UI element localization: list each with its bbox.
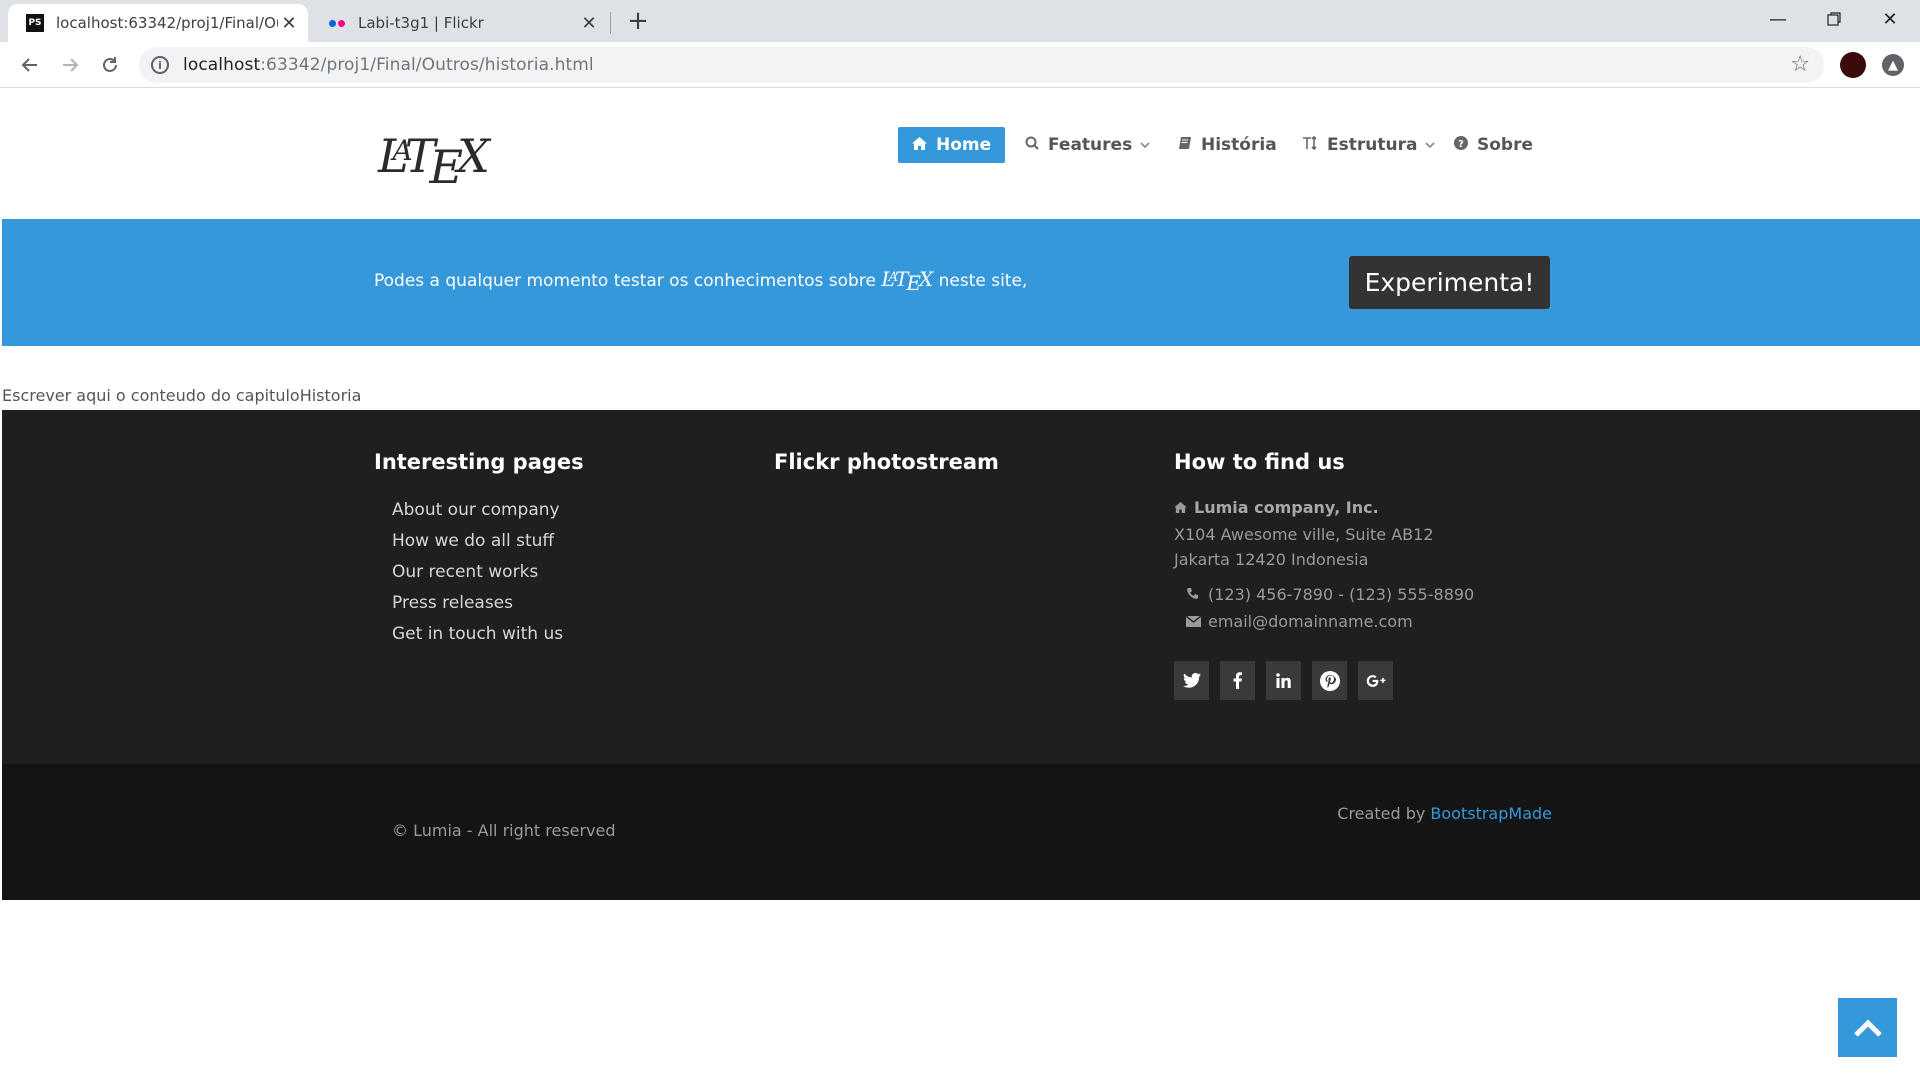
cta-text: Podes a qualquer momento testar os conhe…: [374, 267, 1028, 295]
footer-link-press[interactable]: Press releases: [392, 588, 563, 619]
facebook-icon[interactable]: [1220, 661, 1255, 700]
footer-title-flickr: Flickr photostream: [774, 450, 999, 474]
arrow-right-icon: [63, 58, 79, 72]
close-window-button[interactable]: ✕: [1862, 0, 1918, 38]
social-links: [1174, 661, 1393, 700]
address-line-2: Jakarta 12420 Indonesia: [1174, 550, 1369, 569]
forward-button[interactable]: [56, 51, 84, 79]
nav-label: Features: [1048, 135, 1133, 155]
search-icon: [1025, 136, 1039, 154]
book-icon: [1178, 136, 1192, 154]
footer-title-find-us: How to find us: [1174, 450, 1345, 474]
footer-contact: (123) 456-7890 - (123) 555-8890 email@do…: [1185, 582, 1475, 636]
phone-number: (123) 456-7890 - (123) 555-8890: [1208, 585, 1475, 604]
profile-avatar[interactable]: [1840, 52, 1866, 78]
url-text: localhost:63342/proj1/Final/Outros/histo…: [183, 55, 594, 75]
tab-title: Labi-t3g1 | Flickr: [358, 14, 484, 32]
back-button[interactable]: [16, 51, 44, 79]
sub-footer: © Lumia - All right reserved Created by …: [2, 764, 1920, 900]
bootstrapmade-link[interactable]: BootstrapMade: [1430, 804, 1552, 823]
url-path: :63342/proj1/Final/Outros/historia.html: [260, 55, 594, 75]
nav-label: História: [1201, 135, 1277, 155]
close-tab-icon[interactable]: ✕: [278, 12, 300, 34]
chapter-content: Escrever aqui o conteudo do capituloHist…: [2, 386, 362, 405]
footer-address: Lumia company, Inc. X104 Awesome ville, …: [1174, 495, 1434, 572]
browser-toolbar: i localhost:63342/proj1/Final/Outros/his…: [0, 42, 1920, 88]
arrow-left-icon: [21, 58, 37, 72]
footer-links: About our company How we do all stuff Ou…: [392, 495, 563, 650]
logo-letter-e: E: [429, 140, 463, 194]
credit-text: Created by BootstrapMade: [1337, 804, 1552, 823]
footer-link-how[interactable]: How we do all stuff: [392, 526, 563, 557]
reload-icon: [103, 57, 117, 72]
extension-icon[interactable]: ▲: [1882, 54, 1904, 76]
minimize-button[interactable]: —: [1750, 0, 1806, 38]
logo-letter-e: E: [906, 271, 921, 295]
tab-title: localhost:63342/proj1/Final/Outr: [56, 14, 278, 32]
cta-text-before: Podes a qualquer momento testar os conhe…: [374, 271, 882, 291]
svg-text:?: ?: [1458, 139, 1464, 150]
envelope-icon: [1185, 610, 1208, 636]
twitter-icon[interactable]: [1174, 661, 1209, 700]
text-height-icon: [1302, 135, 1318, 154]
tab-separator: [610, 12, 611, 34]
site-header: LATEX Home Features História Estrutura ?…: [2, 89, 1920, 219]
url-host: localhost: [183, 55, 261, 75]
linkedin-icon[interactable]: [1266, 661, 1301, 700]
nav-historia[interactable]: História: [1178, 127, 1277, 163]
browser-tab-active[interactable]: PS localhost:63342/proj1/Final/Outr ✕: [8, 4, 308, 42]
copyright-text: © Lumia - All right reserved: [392, 821, 616, 840]
nav-label: Estrutura: [1327, 135, 1418, 155]
footer-link-works[interactable]: Our recent works: [392, 557, 563, 588]
chevron-down-icon: [1425, 139, 1436, 152]
logo-letter-x: X: [918, 267, 934, 291]
footer-link-contact[interactable]: Get in touch with us: [392, 619, 563, 650]
browser-tab-bar: PS localhost:63342/proj1/Final/Outr ✕ La…: [0, 0, 1920, 42]
info-icon[interactable]: i: [151, 56, 169, 74]
cta-text-after: neste site,: [933, 271, 1028, 291]
footer-link-about[interactable]: About our company: [392, 495, 563, 526]
nav-features[interactable]: Features: [1025, 127, 1150, 163]
chevron-down-icon: [1140, 139, 1150, 152]
call-to-action-banner: Podes a qualquer momento testar os conhe…: [2, 219, 1920, 346]
latex-logo[interactable]: LATEX: [378, 129, 490, 194]
nav-sobre[interactable]: ? Sobre: [1454, 127, 1533, 163]
browser-tab-flickr[interactable]: Labi-t3g1 | Flickr ✕: [310, 4, 608, 42]
company-name: Lumia company, Inc.: [1194, 498, 1379, 517]
pinterest-icon[interactable]: [1312, 661, 1347, 700]
home-icon: [1174, 497, 1194, 522]
site-footer: Interesting pages About our company How …: [2, 410, 1920, 764]
web-page: LATEX Home Features História Estrutura ?…: [2, 89, 1920, 1080]
restore-button[interactable]: [1806, 0, 1862, 38]
logo-letter-a: A: [392, 134, 413, 167]
new-tab-button[interactable]: +: [624, 8, 652, 36]
question-circle-icon: ?: [1454, 136, 1468, 154]
reload-button[interactable]: [96, 51, 124, 79]
email-address[interactable]: email@domainname.com: [1208, 612, 1413, 631]
phpstorm-icon: PS: [26, 14, 44, 32]
bookmark-star-icon[interactable]: ☆: [1790, 52, 1810, 77]
logo-letter-a: A: [888, 270, 898, 285]
google-plus-icon[interactable]: [1358, 661, 1393, 700]
chevron-up-icon: [1853, 1018, 1882, 1037]
nav-home[interactable]: Home: [898, 127, 1006, 163]
nav-estrutura[interactable]: Estrutura: [1302, 127, 1436, 163]
phone-icon: [1186, 583, 1208, 609]
nav-label: Sobre: [1477, 135, 1534, 155]
credit-prefix: Created by: [1337, 804, 1431, 823]
experimenta-button[interactable]: Experimenta!: [1349, 256, 1550, 309]
flickr-icon: [328, 14, 346, 32]
scroll-to-top-button[interactable]: [1838, 998, 1897, 1057]
home-icon: [912, 136, 927, 154]
address-line-1: X104 Awesome ville, Suite AB12: [1174, 525, 1434, 544]
latex-inline-logo: LATEX: [881, 267, 934, 295]
close-tab-icon[interactable]: ✕: [578, 12, 600, 34]
nav-label: Home: [936, 135, 992, 155]
address-bar[interactable]: i localhost:63342/proj1/Final/Outros/his…: [139, 47, 1824, 83]
footer-title-pages: Interesting pages: [374, 450, 584, 474]
logo-letter-x: X: [457, 129, 490, 183]
